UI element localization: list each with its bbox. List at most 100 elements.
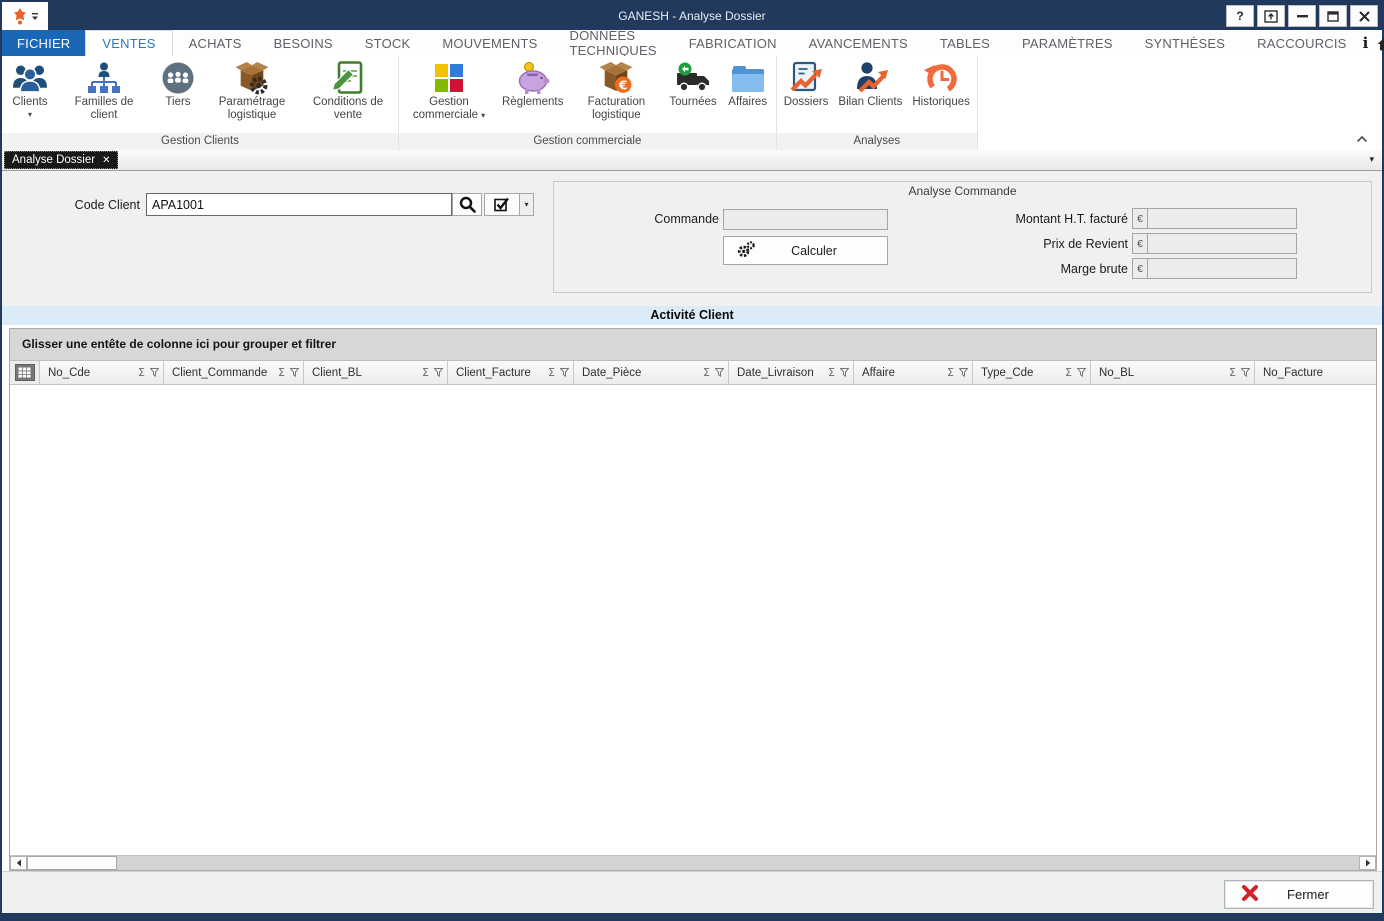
sum-icon[interactable]: Σ	[278, 366, 285, 379]
marge-brute-input	[1147, 258, 1297, 279]
tab-besoins[interactable]: BESOINS	[258, 30, 349, 56]
conditions-de-vente-button[interactable]: Conditions de vente	[300, 58, 396, 122]
scroll-right-button[interactable]	[1359, 856, 1376, 870]
column-header-no-facture[interactable]: No_Facture	[1255, 361, 1376, 384]
parametrage-logistique-button[interactable]: Paramétrage logistique	[204, 58, 300, 122]
column-header-client-facture[interactable]: Client_Facture Σ	[448, 361, 574, 384]
column-header-type-cde[interactable]: Type_Cde Σ	[973, 361, 1091, 384]
bilan-clients-button[interactable]: Bilan Clients	[833, 58, 907, 109]
affaires-button[interactable]: Affaires	[722, 58, 774, 109]
dossiers-button[interactable]: Dossiers	[779, 58, 834, 109]
ribbon-group-analyses: Dossiers Bilan Clients	[777, 56, 978, 150]
tab-avancements[interactable]: AVANCEMENTS	[793, 30, 924, 56]
clients-button[interactable]: Clients ▾	[4, 58, 56, 119]
marge-brute-label: Marge brute	[836, 262, 1128, 276]
tab-donnees-techniques[interactable]: DONNÉES TECHNIQUES	[554, 30, 673, 56]
prix-revient-currency: €	[1132, 233, 1147, 254]
filter-icon[interactable]	[715, 368, 724, 377]
fermer-label: Fermer	[1259, 887, 1357, 902]
collapse-ribbon-button[interactable]	[1356, 130, 1368, 148]
filter-icon[interactable]	[1077, 368, 1086, 377]
validate-dropdown-button[interactable]: ▾	[519, 193, 534, 216]
filter-icon[interactable]	[434, 368, 443, 377]
help-button[interactable]: ?	[1226, 5, 1254, 27]
prix-revient-label: Prix de Revient	[836, 237, 1128, 251]
tab-raccourcis[interactable]: RACCOURCIS	[1241, 30, 1362, 56]
grid-selector-icon[interactable]	[15, 364, 35, 381]
ribbon: Clients ▾ Familles de client	[2, 56, 1382, 150]
column-header-affaire[interactable]: Affaire Σ	[854, 361, 973, 384]
filter-icon[interactable]	[560, 368, 569, 377]
column-header-client-bl[interactable]: Client_BL Σ	[304, 361, 448, 384]
tab-syntheses[interactable]: SYNTHÈSES	[1129, 30, 1242, 56]
maximize-button[interactable]	[1319, 5, 1347, 27]
tiers-icon	[161, 61, 195, 95]
historiques-button[interactable]: Historiques	[907, 58, 975, 109]
sum-icon[interactable]: Σ	[947, 366, 954, 379]
sum-icon[interactable]: Σ	[703, 366, 710, 379]
facturation-logistique-label: Facturation logistique	[573, 96, 659, 122]
tab-achats[interactable]: ACHATS	[173, 30, 258, 56]
horizontal-scrollbar[interactable]	[10, 855, 1376, 870]
filter-icon[interactable]	[290, 368, 299, 377]
tab-analyse-dossier[interactable]: Analyse Dossier ✕	[4, 151, 118, 169]
tab-close-icon[interactable]: ✕	[102, 155, 110, 166]
grid-body[interactable]	[10, 385, 1376, 855]
minimize-button[interactable]	[1288, 5, 1316, 27]
tab-ventes[interactable]: VENTES	[85, 30, 172, 56]
reglements-button[interactable]: Règlements	[497, 58, 568, 109]
dossiers-icon	[788, 61, 824, 95]
sum-icon[interactable]: Σ	[1229, 366, 1236, 379]
group-label-gestion-clients: Gestion Clients	[2, 133, 398, 150]
analyse-commande-groupbox: Analyse Commande Commande Calculer Monta…	[553, 181, 1372, 293]
activite-client-grid: Glisser une entête de colonne ici pour g…	[9, 328, 1377, 871]
tab-stock[interactable]: STOCK	[349, 30, 427, 56]
tiers-button[interactable]: Tiers	[152, 58, 204, 109]
code-client-input[interactable]	[146, 193, 452, 216]
sum-icon[interactable]: Σ	[422, 366, 429, 379]
filter-icon[interactable]	[1241, 368, 1250, 377]
home-icon[interactable]	[1377, 36, 1384, 51]
tab-fichier[interactable]: FICHIER	[2, 30, 85, 56]
scrollbar-track[interactable]	[117, 856, 1359, 870]
sum-icon[interactable]: Σ	[828, 366, 835, 379]
column-header-date-piece[interactable]: Date_Pièce Σ	[574, 361, 729, 384]
facturation-logistique-button[interactable]: € Facturation logistique	[568, 58, 664, 122]
familles-de-client-button[interactable]: Familles de client	[56, 58, 152, 122]
tab-list-dropdown-icon[interactable]: ▾	[1369, 155, 1374, 165]
column-header-no-cde[interactable]: No_Cde Σ	[40, 361, 164, 384]
search-button[interactable]	[452, 193, 482, 216]
tournees-button[interactable]: Tournées	[664, 58, 721, 109]
chevron-up-icon	[1356, 135, 1368, 143]
column-header-no-bl[interactable]: No_BL Σ	[1091, 361, 1255, 384]
gestion-commerciale-button[interactable]: Gestion commerciale▾	[401, 58, 497, 122]
quick-access-toolbar[interactable]	[2, 2, 48, 30]
ribbon-pin-button[interactable]	[1257, 5, 1285, 27]
historiques-label: Historiques	[912, 96, 970, 109]
tab-analyse-dossier-label: Analyse Dossier	[12, 154, 95, 166]
tab-tables[interactable]: TABLES	[924, 30, 1006, 56]
filter-icon[interactable]	[840, 368, 849, 377]
column-header-date-livraison[interactable]: Date_Livraison Σ	[729, 361, 854, 384]
filter-icon[interactable]	[150, 368, 159, 377]
tab-parametres[interactable]: PARAMÈTRES	[1006, 30, 1129, 56]
form-area: Code Client ▾ Analyse Commande Commande	[2, 171, 1382, 306]
group-by-hint[interactable]: Glisser une entête de colonne ici pour g…	[10, 329, 1376, 361]
sum-icon[interactable]: Σ	[1065, 366, 1072, 379]
tab-mouvements[interactable]: MOUVEMENTS	[426, 30, 553, 56]
grid-corner-cell[interactable]	[10, 361, 40, 384]
column-header-client-commande[interactable]: Client_Commande Σ	[164, 361, 304, 384]
filter-icon[interactable]	[959, 368, 968, 377]
qat-customize-icon[interactable]	[31, 12, 39, 21]
close-button[interactable]	[1350, 5, 1378, 27]
grid-glyph	[18, 367, 31, 378]
tournees-label: Tournées	[669, 96, 716, 109]
tab-fabrication[interactable]: FABRICATION	[673, 30, 793, 56]
scroll-left-button[interactable]	[10, 856, 27, 870]
info-icon[interactable]: i	[1363, 34, 1369, 52]
sum-icon[interactable]: Σ	[548, 366, 555, 379]
sum-icon[interactable]: Σ	[138, 366, 145, 379]
validate-button[interactable]	[484, 193, 520, 216]
scrollbar-thumb[interactable]	[27, 856, 117, 870]
fermer-button[interactable]: Fermer	[1224, 880, 1374, 909]
